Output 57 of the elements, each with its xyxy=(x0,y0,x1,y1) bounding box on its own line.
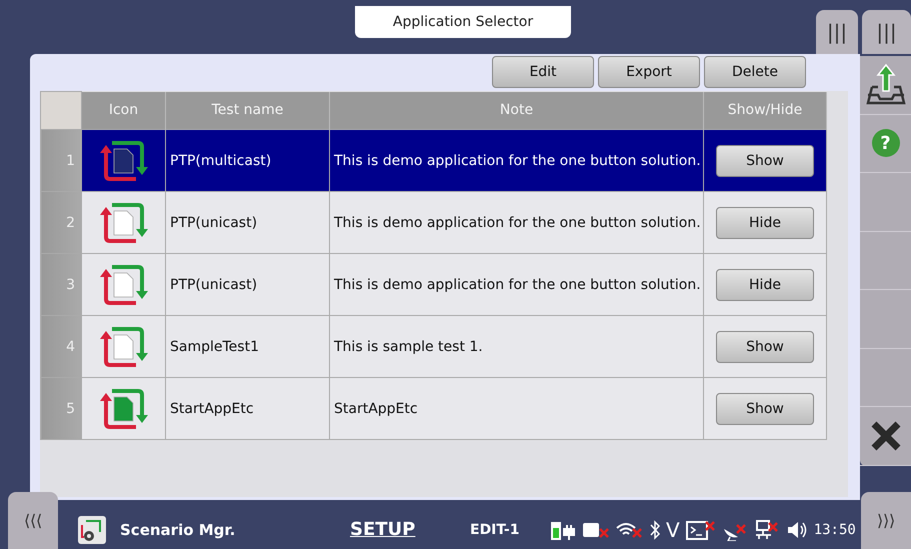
scenario-icon xyxy=(98,262,150,306)
mode-link[interactable]: SETUP xyxy=(350,519,470,540)
column-header: Icon xyxy=(82,92,166,130)
table-row[interactable]: 4 SampleTest1 This is sample test 1. Show xyxy=(40,316,826,378)
toggle-button[interactable]: Hide xyxy=(716,268,814,300)
table-row[interactable]: 3 PTP(unicast) This is demo application for the one button solution. Hide xyxy=(40,254,826,316)
table-cell: StartAppEtc xyxy=(166,378,330,440)
network-off-icon xyxy=(754,518,780,540)
screen-label: EDIT-1 xyxy=(470,522,520,538)
table-cell: This is demo application for the one button solution. xyxy=(330,192,704,254)
clock-time: 13:50 xyxy=(814,522,856,538)
sidebar-item[interactable]: ? xyxy=(860,114,911,174)
scroll-right-button[interactable]: ⟩⟩⟩ xyxy=(861,492,911,549)
app-icon xyxy=(78,516,106,544)
table-cell: SampleTest1 xyxy=(166,316,330,378)
speaker-icon xyxy=(786,520,808,540)
toggle-button[interactable]: Hide xyxy=(716,206,814,238)
table-cell: PTP(multicast) xyxy=(166,130,330,192)
terminal-off-icon xyxy=(686,518,716,540)
scroll-left-button[interactable]: ⟨⟨⟨ xyxy=(8,492,58,549)
side-tab[interactable]: ||| xyxy=(862,10,911,54)
toggle-button[interactable]: Show xyxy=(716,392,814,424)
corner-cell xyxy=(40,92,82,130)
side-tab[interactable]: ||| xyxy=(816,10,858,54)
app-name: Scenario Mgr. xyxy=(120,520,236,538)
bluetooth-icon xyxy=(650,520,660,540)
scenario-icon xyxy=(98,386,150,430)
table-row[interactable]: 2 PTP(unicast) This is demo application for the one button solution. Hide xyxy=(40,192,826,254)
table-cell: PTP(unicast) xyxy=(166,254,330,316)
row-number: 4 xyxy=(40,316,82,378)
tray-upload-icon xyxy=(866,62,906,107)
table-row[interactable]: 1 PTP(multicast) This is demo application for the one button solution. Show xyxy=(40,130,826,192)
toolbar-button[interactable]: Export xyxy=(598,56,700,88)
table-cell: PTP(unicast) xyxy=(166,192,330,254)
table-cell: This is demo application for the one button solution. xyxy=(330,254,704,316)
toggle-button[interactable]: Show xyxy=(716,330,814,362)
toolbar-button[interactable]: Delete xyxy=(704,56,806,88)
scenario-icon xyxy=(98,200,150,244)
help-icon: ? xyxy=(872,129,900,158)
row-number: 2 xyxy=(40,192,82,254)
window-title: Application Selector xyxy=(355,6,571,38)
scenario-icon xyxy=(98,138,150,182)
column-header: Show/Hide xyxy=(704,92,826,130)
table-cell: This is demo application for the one button solution. xyxy=(330,130,704,192)
close-icon xyxy=(870,420,902,452)
row-number: 5 xyxy=(40,378,82,440)
table-cell: This is sample test 1. xyxy=(330,316,704,378)
column-header: Test name xyxy=(166,92,330,130)
toggle-button[interactable]: Show xyxy=(716,144,814,176)
scenario-icon xyxy=(98,324,150,368)
column-header: Note xyxy=(330,92,704,130)
toolbar-button[interactable]: Edit xyxy=(492,56,594,88)
table-cell: StartAppEtc xyxy=(330,378,704,440)
table-row[interactable]: 5 StartAppEtc StartAppEtc Show xyxy=(40,378,826,440)
row-number: 1 xyxy=(40,130,82,192)
row-number: 3 xyxy=(40,254,82,316)
v-indicator: V xyxy=(666,518,680,542)
